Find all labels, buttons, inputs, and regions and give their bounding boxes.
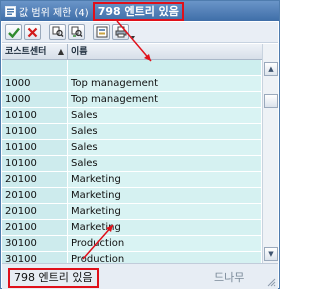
cancel-icon bbox=[27, 27, 38, 37]
costcenter-cell: 30100 bbox=[2, 236, 68, 252]
table-row[interactable]: 1000 Top management bbox=[2, 76, 262, 92]
column-header-name[interactable]: 이름 bbox=[68, 44, 262, 60]
table-row[interactable]: 10100 Sales bbox=[2, 124, 262, 140]
table-row[interactable]: 20100 Marketing bbox=[2, 204, 262, 220]
name-cell: Marketing bbox=[68, 220, 262, 236]
costcenter-cell: 20100 bbox=[2, 220, 68, 236]
toolbar bbox=[2, 22, 278, 43]
expand-icon bbox=[96, 26, 107, 38]
column-header-costcenter[interactable]: 코스트센터 ▲ bbox=[2, 44, 68, 60]
status-entry-count: 798 엔트리 있음 bbox=[8, 268, 99, 288]
print-icon bbox=[115, 26, 126, 38]
scroll-down-button[interactable]: ▼ bbox=[264, 247, 278, 261]
window-title: 값 범위 제한 (4) bbox=[19, 7, 89, 19]
table-row[interactable]: 30100 Production bbox=[2, 252, 262, 263]
column-header-label: 이름 bbox=[71, 47, 88, 57]
table-row[interactable]: 20100 Marketing bbox=[2, 188, 262, 204]
costcenter-cell: 20100 bbox=[2, 172, 68, 188]
name-cell: Production bbox=[68, 236, 262, 252]
table-row[interactable]: 30100 Production bbox=[2, 236, 262, 252]
name-cell: Production bbox=[68, 252, 262, 263]
costcenter-cell: 30100 bbox=[2, 252, 68, 263]
name-cell: Top management bbox=[68, 76, 262, 92]
name-cell: Marketing bbox=[68, 172, 262, 188]
watermark-text: 드나무 bbox=[214, 271, 245, 284]
name-cell: Marketing bbox=[68, 188, 262, 204]
results-table: 코스트센터 ▲ 이름 1000 Top management 1000 Top … bbox=[2, 44, 262, 263]
window-icon bbox=[5, 5, 16, 17]
table-row[interactable]: 10100 Sales bbox=[2, 156, 262, 172]
table-row[interactable]: 1000 Top management bbox=[2, 92, 262, 108]
checkmark-icon bbox=[7, 27, 20, 38]
find-next-icon bbox=[71, 26, 82, 37]
costcenter-cell: 20100 bbox=[2, 204, 68, 220]
entry-count-badge: 798 엔트리 있음 bbox=[92, 1, 184, 21]
costcenter-cell: 1000 bbox=[2, 92, 68, 108]
name-cell: Top management bbox=[68, 92, 262, 108]
table-row[interactable]: 10100 Sales bbox=[2, 108, 262, 124]
costcenter-cell: 1000 bbox=[2, 76, 68, 92]
name-cell: Sales bbox=[68, 156, 262, 172]
name-cell: Sales bbox=[68, 124, 262, 140]
table-row[interactable]: 10100 Sales bbox=[2, 140, 262, 156]
name-cell: Sales bbox=[68, 140, 262, 156]
print-button[interactable] bbox=[112, 24, 129, 40]
costcenter-cell: 20100 bbox=[2, 188, 68, 204]
table-row[interactable]: 20100 Marketing bbox=[2, 172, 262, 188]
table-row[interactable]: 20100 Marketing bbox=[2, 220, 262, 236]
cancel-button[interactable] bbox=[24, 24, 41, 40]
find-icon bbox=[52, 26, 63, 37]
dialog-window: 값 범위 제한 (4) 798 엔트리 있음 코스트센터 ▲ 이름 1000 T… bbox=[0, 0, 280, 289]
costcenter-cell: 10100 bbox=[2, 156, 68, 172]
filter-cell[interactable] bbox=[68, 60, 262, 76]
find-next-button[interactable] bbox=[68, 24, 85, 40]
resize-grip-icon[interactable] bbox=[266, 277, 276, 287]
confirm-button[interactable] bbox=[5, 24, 22, 40]
find-button[interactable] bbox=[49, 24, 66, 40]
scroll-thumb[interactable] bbox=[264, 94, 278, 108]
filter-cell[interactable] bbox=[2, 60, 68, 76]
toolbar-dropdown-icon[interactable] bbox=[131, 24, 135, 40]
sort-ascending-icon: ▲ bbox=[57, 47, 64, 56]
column-header-label: 코스트센터 bbox=[5, 47, 47, 57]
chevron-down-icon: ▼ bbox=[268, 250, 274, 258]
costcenter-cell: 10100 bbox=[2, 108, 68, 124]
name-cell: Sales bbox=[68, 108, 262, 124]
table-header: 코스트센터 ▲ 이름 bbox=[2, 44, 262, 60]
table-body: 1000 Top management 1000 Top management … bbox=[2, 76, 262, 263]
costcenter-cell: 10100 bbox=[2, 140, 68, 156]
vertical-scrollbar[interactable]: ▲ ▼ bbox=[262, 44, 278, 263]
title-bar[interactable]: 값 범위 제한 (4) 798 엔트리 있음 bbox=[1, 1, 279, 21]
costcenter-cell: 10100 bbox=[2, 124, 68, 140]
expand-button[interactable] bbox=[93, 24, 110, 40]
scroll-up-button[interactable]: ▲ bbox=[264, 62, 278, 76]
filter-row[interactable] bbox=[2, 60, 262, 76]
name-cell: Marketing bbox=[68, 204, 262, 220]
chevron-up-icon: ▲ bbox=[268, 65, 274, 73]
